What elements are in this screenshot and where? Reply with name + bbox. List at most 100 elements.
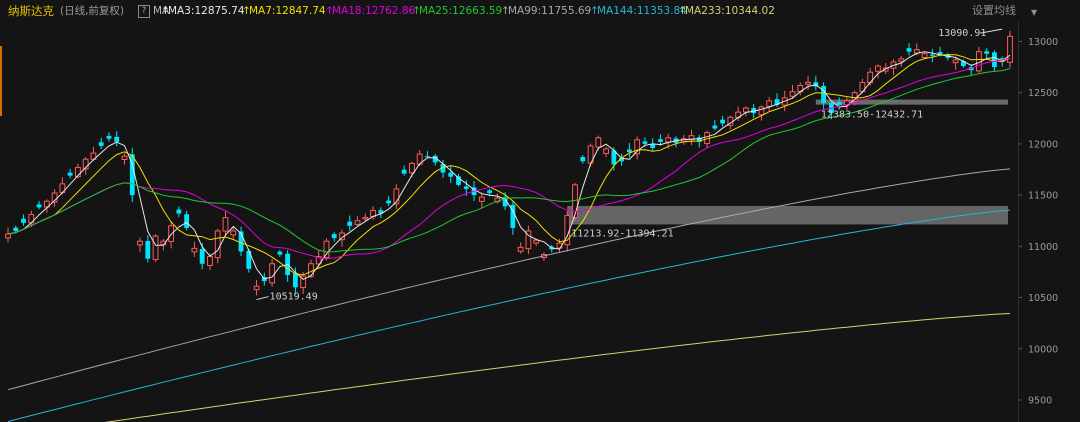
candle-body — [269, 263, 276, 284]
candle-body — [650, 144, 656, 148]
index-title: 纳斯达克 — [8, 4, 54, 18]
candle-body — [207, 256, 213, 266]
y-axis-tick-label: 12000 — [1028, 139, 1058, 150]
candle-body — [98, 142, 104, 146]
candle-body — [386, 200, 392, 204]
candle-body — [766, 100, 773, 107]
y-axis-tick-label: 9500 — [1028, 395, 1052, 406]
gap-band-lower — [567, 205, 1008, 225]
candle-body — [572, 184, 578, 218]
candle-body — [712, 125, 718, 129]
candle-body — [5, 233, 11, 239]
candle-body — [401, 169, 407, 174]
y-axis-tick-label: 12500 — [1028, 88, 1058, 99]
candle-body — [984, 51, 990, 54]
y-axis-separator — [1018, 22, 1019, 422]
candle-body — [308, 263, 314, 277]
chart-window: 13000 12500 12000 11500 11000 10500 10000 9500 1… — [0, 0, 1080, 422]
help-button[interactable]: ? — [138, 5, 150, 18]
low-pointer — [256, 296, 269, 301]
candle-body — [929, 54, 935, 56]
candle-body — [720, 119, 726, 124]
candle-body — [603, 148, 610, 154]
ma-line-ma233 — [104, 313, 1011, 422]
candle-body — [921, 53, 928, 59]
candle-body — [836, 101, 842, 105]
ma-legend-ma7[interactable]: MA7:12847.74 — [249, 5, 326, 17]
candle-body — [821, 85, 826, 103]
ma-legend-ma3[interactable]: MA3:12875.74 — [168, 5, 245, 17]
candle-body — [533, 239, 540, 244]
candle-body — [21, 218, 26, 223]
kline-chart: 13000 12500 12000 11500 11000 10500 10000 9500 1… — [5, 28, 1058, 422]
candle-body — [425, 156, 430, 158]
y-axis-tick-label: 10500 — [1028, 293, 1058, 304]
ma-legend-ma233[interactable]: MA233:10344.02 — [685, 5, 775, 17]
candle-body — [789, 91, 796, 97]
candle-body — [642, 141, 648, 144]
candle-body — [230, 230, 237, 236]
candle-body — [145, 241, 151, 259]
candle-body — [114, 136, 120, 142]
candle-body — [106, 135, 112, 139]
candle-body — [121, 155, 128, 160]
chart-header: 纳斯达克 (日线,前复权) ? MA 设置均线 ▼ ↑ MA3:12875.74 ↑… — [0, 0, 1080, 22]
y-axis-tick-label: 10000 — [1028, 344, 1058, 355]
candle-body — [758, 106, 765, 116]
ma-settings-button[interactable]: 设置均线 — [972, 5, 1016, 17]
candle-body — [463, 186, 469, 189]
candle-body — [952, 59, 959, 64]
candle-body — [347, 221, 353, 226]
candle-body — [176, 209, 182, 214]
y-axis-tick-label: 13000 — [1028, 37, 1058, 48]
candle-body — [253, 285, 260, 291]
candle-body — [448, 172, 454, 177]
candle-body — [580, 157, 586, 162]
candle-body — [184, 214, 190, 228]
candle-body — [292, 273, 298, 288]
candle-body — [354, 220, 361, 225]
candle-body — [168, 225, 175, 242]
candle-body — [323, 240, 330, 259]
candle-body — [331, 234, 337, 239]
candle-body — [595, 137, 602, 148]
candle-body — [191, 247, 198, 253]
candle-body — [805, 81, 811, 85]
chevron-down-icon[interactable]: ▼ — [1031, 7, 1037, 19]
candle-body — [992, 52, 997, 68]
candle-body — [906, 48, 912, 52]
candle-body — [36, 204, 42, 208]
candle-body — [222, 217, 229, 232]
ma-legend-ma18[interactable]: MA18:12762.86 — [332, 5, 415, 17]
candle-body — [408, 162, 415, 174]
candle-body — [626, 149, 632, 153]
candle-body — [742, 107, 749, 113]
high-label: 13090.91 — [938, 28, 986, 39]
chart-period-subtitle: (日线,前复权) — [60, 5, 125, 17]
candle-body — [898, 58, 905, 62]
candle-body — [13, 227, 19, 231]
candle-body — [478, 196, 485, 202]
candle-body — [362, 217, 369, 220]
candle-body — [199, 248, 205, 264]
ma-line-ma99 — [7, 168, 1011, 391]
candle-body — [277, 251, 283, 255]
candle-body — [487, 190, 492, 194]
y-axis-tick-label: 11000 — [1028, 242, 1058, 253]
gap-label-lower: 11213.92-11394.21 — [571, 228, 673, 239]
candle-body — [137, 240, 143, 246]
candle-body — [152, 235, 159, 261]
candle-body — [665, 137, 672, 143]
side-accent-bar — [0, 46, 2, 116]
candle-body — [517, 246, 524, 252]
candle-body — [658, 139, 663, 142]
ma-legend-ma99[interactable]: MA99:11755.69 — [508, 5, 591, 17]
candle-body — [214, 230, 221, 259]
candle-body — [875, 65, 881, 72]
y-axis-tick-label: 11500 — [1028, 191, 1058, 202]
ma-legend-ma25[interactable]: MA25:12663.59 — [419, 5, 502, 17]
gap-label-upper: 12383.50-12432.71 — [821, 110, 923, 121]
candle-body — [67, 172, 73, 176]
low-label: 10519.49 — [270, 292, 318, 303]
ma-legend-ma144[interactable]: MA144:11353.84 — [597, 5, 687, 17]
